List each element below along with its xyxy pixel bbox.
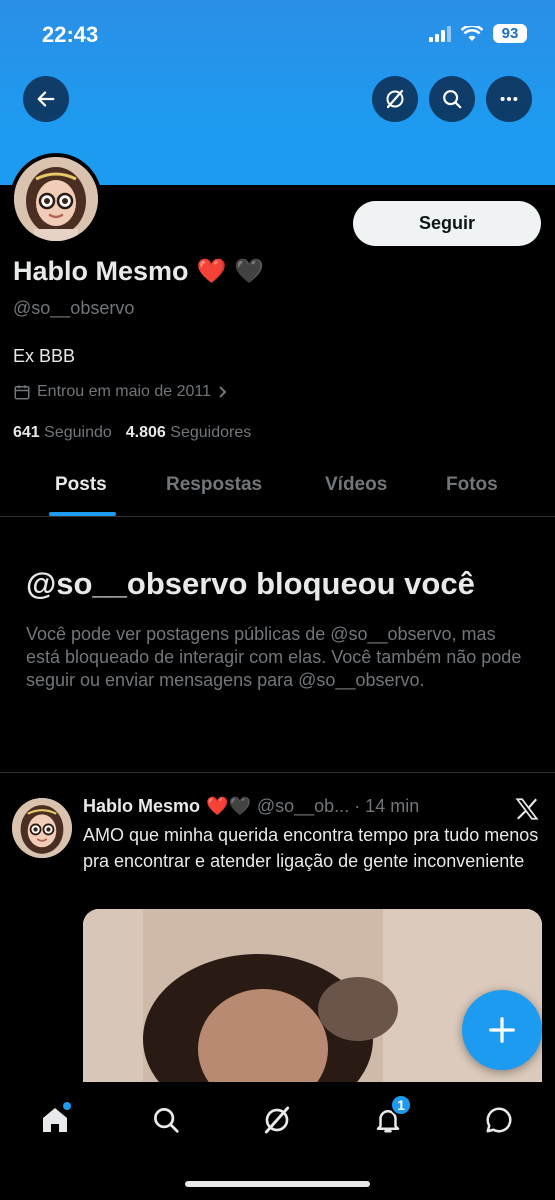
following-label: Seguindo	[44, 424, 112, 441]
nav-search[interactable]	[146, 1100, 186, 1140]
heart-black-icon: 🖤	[234, 258, 265, 285]
message-icon	[486, 1107, 512, 1133]
tweet-meta: @so__ob... · 14 min	[256, 796, 420, 816]
profile-name-text: Hablo Mesmo	[13, 256, 189, 286]
battery-level: 93	[493, 24, 527, 43]
follow-counts: 641 Seguindo 4.806 Seguidores	[13, 424, 251, 442]
tweet-text: AMO que minha querida encontra tempo pra…	[83, 825, 539, 871]
profile-name: Hablo Mesmo ❤️ 🖤	[13, 256, 264, 287]
profile-handle: @so__observo	[13, 298, 135, 318]
nav-home[interactable]	[35, 1100, 75, 1140]
avatar-image	[14, 157, 98, 241]
x-logo-icon	[515, 798, 539, 820]
tab-posts[interactable]: Posts	[55, 474, 107, 496]
blocked-message: Você pode ver postagens públicas de @so_…	[26, 624, 522, 690]
arrow-left-icon	[37, 91, 55, 107]
nav-notifications[interactable]: 1	[368, 1094, 412, 1140]
back-button[interactable]	[23, 76, 69, 122]
joined-text: Entrou em maio de 2011	[37, 383, 212, 400]
notification-badge: 1	[390, 1094, 412, 1116]
bottom-nav: 1	[0, 1082, 555, 1200]
home-dot	[63, 1102, 71, 1110]
status-time: 22:43	[42, 22, 99, 47]
nav-messages[interactable]	[479, 1100, 519, 1140]
following-count: 641	[13, 424, 40, 441]
search-button[interactable]	[429, 76, 475, 122]
search-icon	[154, 1108, 179, 1133]
compose-button[interactable]	[462, 990, 542, 1070]
followers-label: Seguidores	[170, 424, 252, 441]
tab-fotos[interactable]: Fotos	[446, 474, 498, 496]
avatar-illustration	[12, 798, 72, 858]
follow-button[interactable]: Seguir	[353, 201, 541, 246]
tab-respostas[interactable]: Respostas	[166, 474, 262, 496]
status-icons: 93	[429, 24, 527, 43]
tweet-avatar[interactable]	[12, 798, 72, 858]
tab-videos[interactable]: Vídeos	[325, 474, 387, 496]
wifi-icon	[461, 25, 483, 41]
joined-date[interactable]: Entrou em maio de 2011	[13, 383, 229, 401]
followers-count: 4.806	[125, 424, 166, 441]
heart-red-icon: ❤️	[196, 258, 227, 285]
tweet-header: Hablo Mesmo ❤️🖤 @so__ob... · 14 min	[83, 796, 419, 817]
divider	[0, 772, 555, 773]
tweet-author-name[interactable]: Hablo Mesmo	[83, 796, 200, 817]
more-icon	[500, 96, 518, 102]
tweet-author-emojis: ❤️🖤	[206, 796, 251, 816]
home-indicator	[185, 1181, 370, 1187]
blocked-title: @so__observo bloqueou você	[26, 566, 475, 601]
more-button[interactable]	[486, 76, 532, 122]
calendar-icon	[14, 385, 30, 400]
avatar-illustration	[14, 157, 98, 241]
signal-icon	[429, 25, 451, 42]
grok-icon	[264, 1106, 290, 1134]
profile-avatar[interactable]	[10, 153, 102, 245]
active-tab-indicator	[49, 512, 116, 516]
grok-button[interactable]	[372, 76, 418, 122]
plus-icon	[489, 1017, 515, 1043]
following-link[interactable]: 641 Seguindo	[13, 424, 112, 442]
chevron-right-icon	[219, 386, 227, 398]
grok-icon	[386, 89, 404, 109]
nav-grok[interactable]	[257, 1100, 297, 1140]
status-bar: 22:43 93	[0, 18, 555, 54]
search-icon	[443, 90, 462, 109]
profile-bio: Ex BBB	[13, 346, 76, 366]
profile-tabs: Posts Respostas Vídeos Fotos	[0, 460, 555, 517]
followers-link[interactable]: 4.806 Seguidores	[126, 424, 251, 442]
